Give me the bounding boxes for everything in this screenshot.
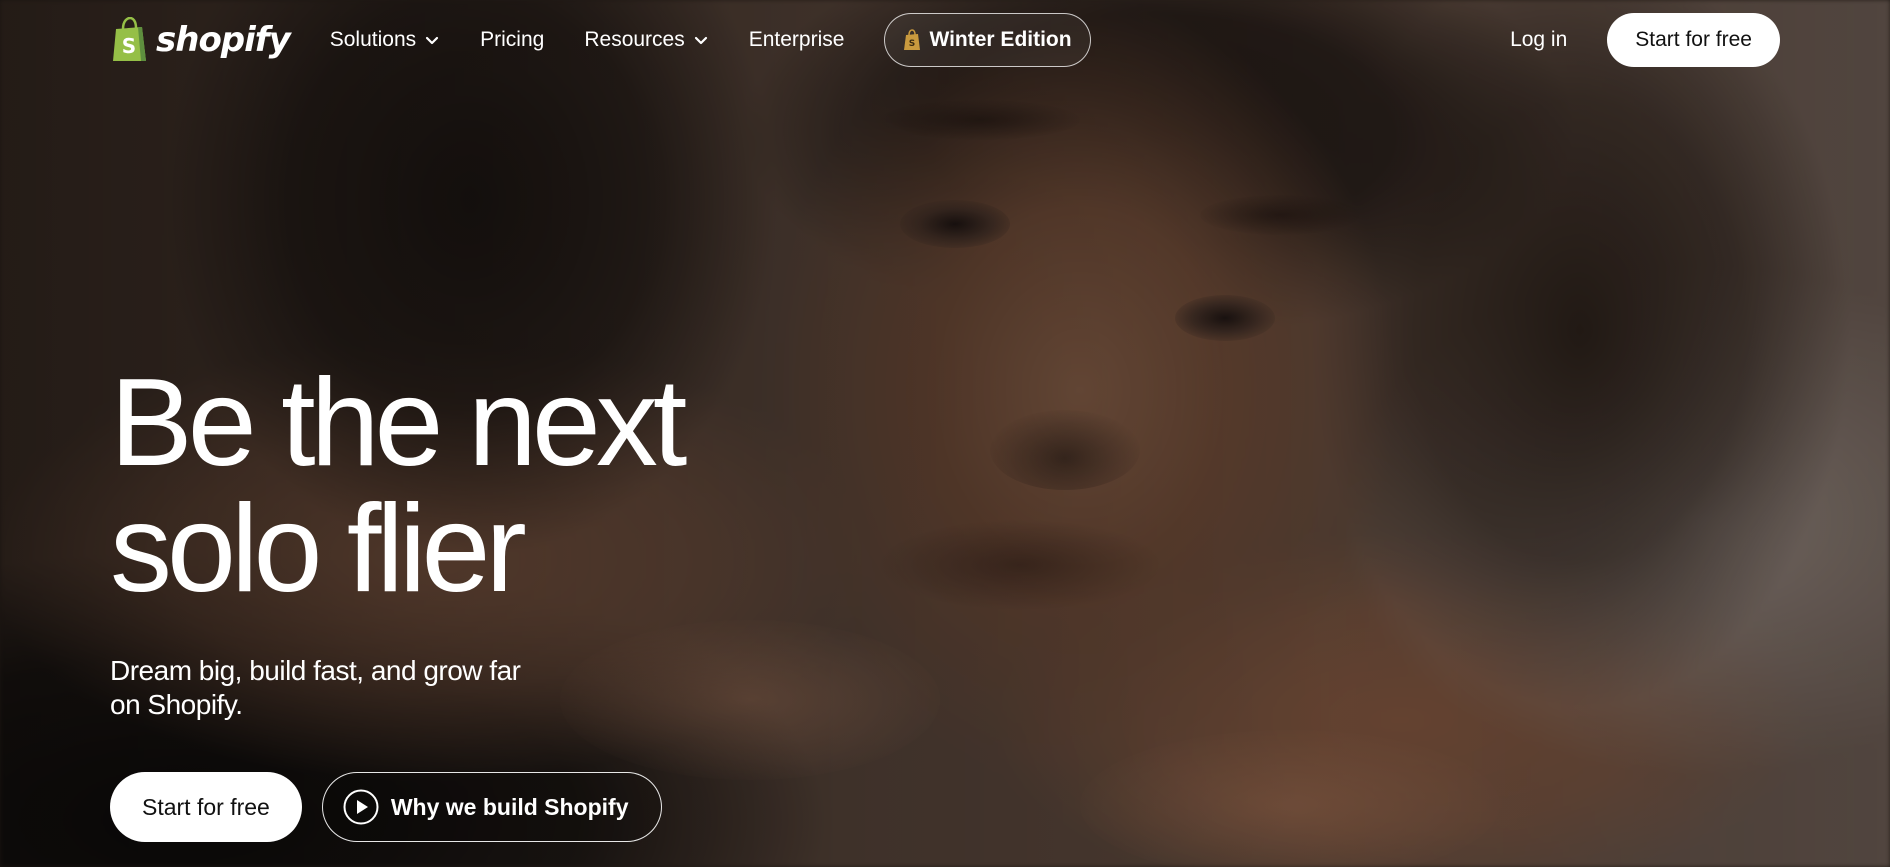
logo-wordmark: shopify <box>156 20 291 60</box>
shopify-logo[interactable]: S shopify <box>110 17 291 63</box>
nav-item-label: Pricing <box>480 28 545 51</box>
nav-item-resources[interactable]: Resources <box>584 28 708 52</box>
hero-section: Be the next solo flier Dream big, build … <box>110 360 730 842</box>
nav-item-solutions[interactable]: Solutions <box>330 28 440 52</box>
hero-subtitle: Dream big, build fast, and grow far on S… <box>110 655 521 720</box>
why-we-build-shopify-label: Why we build Shopify <box>390 793 629 820</box>
svg-text:S: S <box>122 34 136 58</box>
hero-actions: Start for free Why we build Shopify <box>110 772 730 842</box>
start-for-free-nav-button[interactable]: Start for free <box>1607 13 1780 67</box>
login-link[interactable]: Log in <box>1510 28 1567 52</box>
chevron-down-icon <box>694 36 707 45</box>
svg-text:S: S <box>909 39 915 49</box>
hero-title-line-2: solo flier <box>110 480 527 618</box>
winter-edition-label: Winter Edition <box>929 28 1072 51</box>
play-icon <box>343 789 379 825</box>
winter-edition-button[interactable]: S Winter Edition <box>884 13 1091 67</box>
chevron-down-icon <box>426 36 439 45</box>
nav-item-label: Solutions <box>329 28 417 51</box>
hero-title: Be the next solo flier <box>110 360 730 612</box>
start-for-free-button[interactable]: Start for free <box>110 772 302 842</box>
nav-item-enterprise[interactable]: Enterprise <box>749 28 845 52</box>
nav-item-label: Enterprise <box>748 28 845 51</box>
hero-title-line-1: Be the next <box>110 354 687 492</box>
nav-item-pricing[interactable]: Pricing <box>480 28 544 52</box>
shopify-bag-icon: S <box>113 17 146 61</box>
nav-right: Log in Start for free <box>1510 13 1780 67</box>
nav-links: Solutions Pricing Resources Enterprise S… <box>330 13 1091 67</box>
shopify-bag-icon: S <box>904 29 921 50</box>
nav-item-label: Resources <box>584 28 685 51</box>
top-navigation: S shopify Solutions Pricing Resources En… <box>0 0 1890 80</box>
why-we-build-shopify-button[interactable]: Why we build Shopify <box>321 772 662 842</box>
